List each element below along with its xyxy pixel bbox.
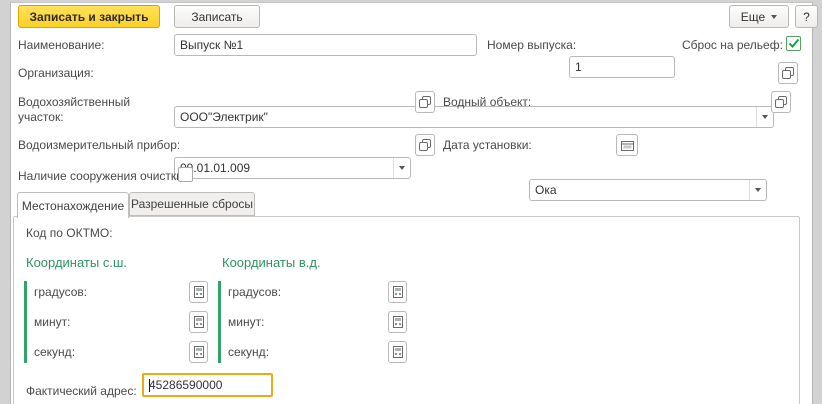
calendar-button[interactable] <box>616 134 638 156</box>
issue-number-input[interactable]: 1 <box>569 56 675 78</box>
location-tab-panel <box>13 216 800 404</box>
east-degrees-calc-button[interactable] <box>388 281 407 303</box>
water-site-open-button[interactable] <box>415 91 435 113</box>
install-date-label: Дата установки: <box>443 138 532 152</box>
calculator-icon <box>193 346 204 358</box>
more-button[interactable]: Еще <box>729 5 789 28</box>
more-button-label: Еще <box>740 9 766 24</box>
organization-open-button[interactable] <box>778 62 798 84</box>
north-group-bar <box>24 281 27 363</box>
organization-value: ООО"Электрик" <box>180 110 268 124</box>
relief-discharge-label: Сброс на рельеф: <box>682 38 783 52</box>
water-object-value: Ока <box>535 183 557 197</box>
calculator-icon <box>392 316 403 328</box>
organization-label: Организация: <box>18 66 94 80</box>
oktmo-label: Код по ОКТМО: <box>26 226 113 240</box>
water-object-label: Водный объект: <box>443 95 532 109</box>
water-site-dropdown-button[interactable] <box>393 158 410 178</box>
measuring-device-open-button[interactable] <box>415 134 435 156</box>
measuring-device-label: Водоизмерительный прибор: <box>18 138 181 152</box>
north-minutes-label: минут: <box>34 315 71 329</box>
east-degrees-label: градусов: <box>228 285 282 299</box>
oktmo-value: 45286590000 <box>149 378 223 392</box>
open-link-icon <box>419 96 431 108</box>
north-seconds-calc-button[interactable] <box>189 341 208 363</box>
calculator-icon <box>193 316 204 328</box>
water-object-open-button[interactable] <box>771 91 791 113</box>
name-label: Наименование: <box>18 38 105 52</box>
issue-number-label: Номер выпуска: <box>487 38 577 52</box>
water-object-input[interactable]: Ока <box>529 179 767 201</box>
north-minutes-calc-button[interactable] <box>189 311 208 333</box>
open-link-icon <box>775 96 787 108</box>
north-degrees-label: градусов: <box>34 285 88 299</box>
open-link-icon <box>782 67 794 79</box>
oktmo-input[interactable]: 45286590000 <box>142 373 273 397</box>
north-degrees-calc-button[interactable] <box>189 281 208 303</box>
actual-address-label: Фактический адрес: <box>26 384 137 398</box>
open-link-icon <box>419 139 431 151</box>
east-seconds-calc-button[interactable] <box>388 341 407 363</box>
water-site-label: Водохозяйственный участок: <box>18 95 131 124</box>
chevron-down-icon <box>762 115 768 119</box>
coordinates-north-heading: Координаты с.ш. <box>26 255 127 270</box>
calendar-icon <box>620 140 634 151</box>
relief-discharge-checkbox[interactable] <box>786 36 801 51</box>
treatment-facility-label: Наличие сооружения очистки: <box>18 169 187 183</box>
north-seconds-label: секунд: <box>34 345 76 359</box>
east-group-bar <box>218 281 221 363</box>
issue-number-value: 1 <box>575 60 582 74</box>
calculator-icon <box>392 286 403 298</box>
name-input[interactable]: Выпуск №1 <box>174 34 477 56</box>
coordinates-east-heading: Координаты в.д. <box>222 255 321 270</box>
treatment-facility-checkbox[interactable] <box>178 167 193 182</box>
help-button[interactable]: ? <box>795 5 818 28</box>
tab-permitted-discharges[interactable]: Разрешенные сбросы <box>129 192 255 216</box>
water-site-input[interactable]: 09.01.01.009 <box>174 157 411 179</box>
save-button[interactable]: Записать <box>174 5 260 28</box>
east-minutes-calc-button[interactable] <box>388 311 407 333</box>
checkmark-icon <box>788 38 799 48</box>
tab-location[interactable]: Местонахождение <box>17 192 129 218</box>
chevron-down-icon <box>399 166 405 170</box>
chevron-down-icon <box>755 188 761 192</box>
name-value: Выпуск №1 <box>180 38 244 52</box>
calculator-icon <box>193 286 204 298</box>
save-and-close-button[interactable]: Записать и закрыть <box>18 5 160 28</box>
east-minutes-label: минут: <box>228 315 265 329</box>
water-object-dropdown-button[interactable] <box>749 180 766 200</box>
calculator-icon <box>392 346 403 358</box>
east-seconds-label: секунд: <box>228 345 270 359</box>
chevron-down-icon <box>771 14 778 19</box>
